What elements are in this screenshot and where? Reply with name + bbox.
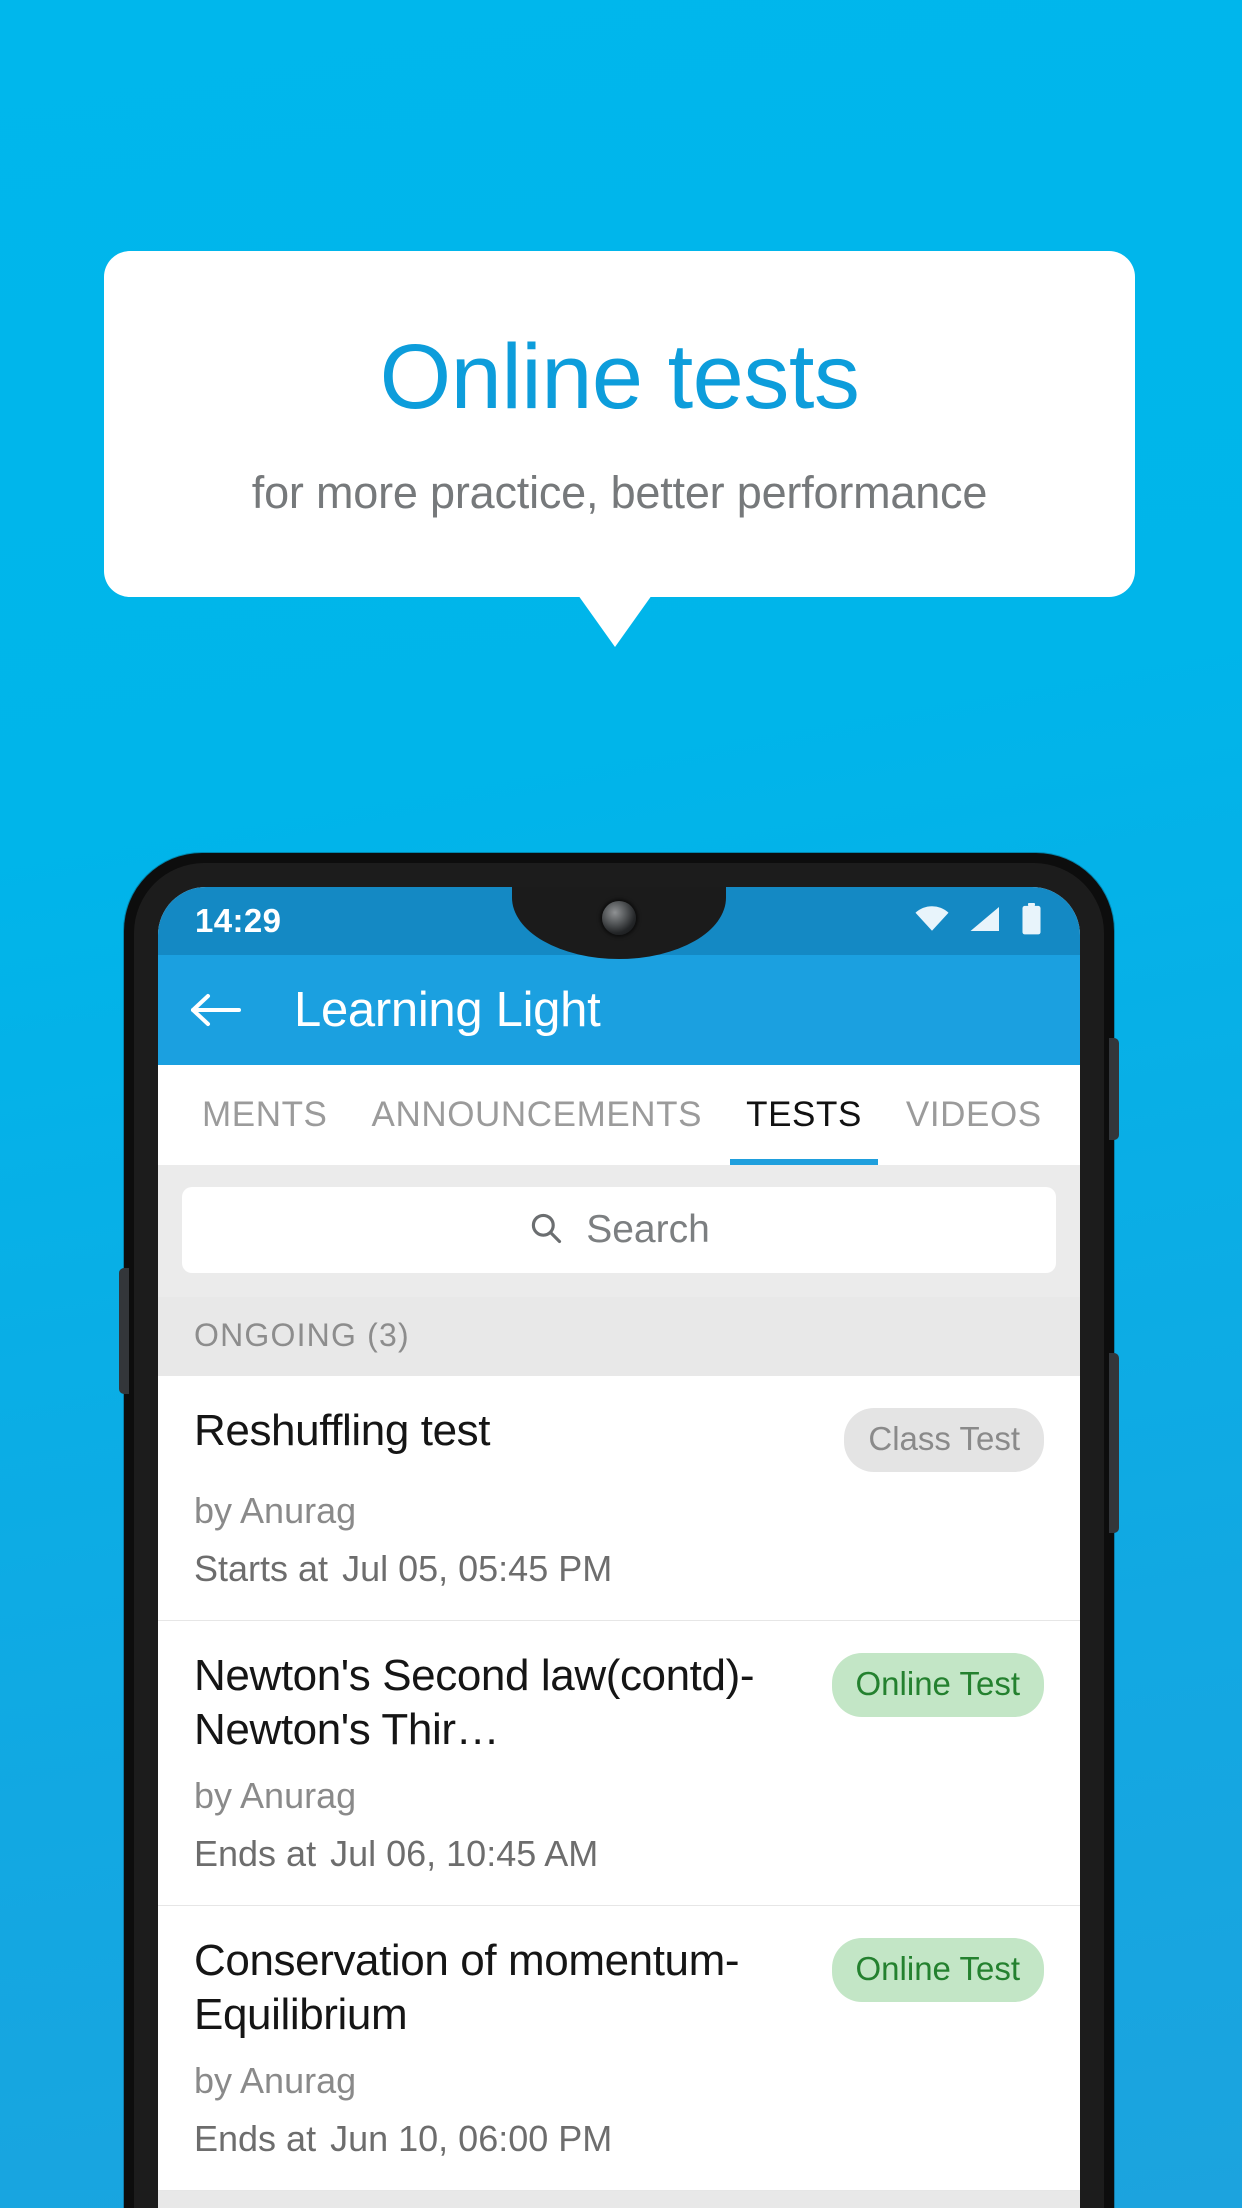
volume-button[interactable] bbox=[119, 1268, 129, 1394]
signal-icon bbox=[969, 905, 1002, 938]
search-icon bbox=[528, 1210, 564, 1251]
tab-videos[interactable]: VIDEOS bbox=[884, 1065, 1064, 1165]
wifi-icon bbox=[914, 905, 950, 937]
test-title: Newton's Second law(contd)-Newton's Thir… bbox=[194, 1651, 755, 1755]
back-arrow-icon[interactable] bbox=[190, 984, 242, 1036]
tab-tests[interactable]: TESTS bbox=[724, 1065, 884, 1165]
search-container: Search bbox=[158, 1165, 1080, 1297]
phone-screen: 14:29 Learning Light MENTS ANNOUNCEMENTS… bbox=[158, 887, 1080, 2208]
promo-title: Online tests bbox=[379, 325, 860, 428]
status-badge: Online Test bbox=[831, 1653, 1044, 1717]
search-input[interactable]: Search bbox=[182, 1187, 1056, 1273]
page-title: Learning Light bbox=[294, 983, 601, 1037]
search-placeholder: Search bbox=[586, 1208, 710, 1251]
section-header-completed: COMPLETED (1) bbox=[158, 2191, 1080, 2208]
tab-bar: MENTS ANNOUNCEMENTS TESTS VIDEOS bbox=[158, 1065, 1080, 1165]
promo-subtitle: for more practice, better performance bbox=[251, 467, 988, 519]
schedule-label: Ends at bbox=[194, 2118, 317, 2160]
front-camera-icon bbox=[602, 901, 636, 935]
test-author: by Anurag bbox=[194, 1490, 357, 1531]
promo-screenshot: Online tests for more practice, better p… bbox=[0, 0, 1242, 2208]
power-button[interactable] bbox=[1109, 1038, 1119, 1140]
promo-callout-bubble: Online tests for more practice, better p… bbox=[104, 251, 1135, 597]
schedule-label: Ends at bbox=[194, 1833, 317, 1875]
status-bar: 14:29 bbox=[158, 887, 1080, 959]
test-schedule: Ends at Jul 06, 10:45 AM bbox=[194, 1833, 1044, 1875]
app-bar: Learning Light bbox=[158, 955, 1080, 1065]
schedule-label: Starts at bbox=[194, 1548, 329, 1589]
tab-announcements[interactable]: ANNOUNCEMENTS bbox=[350, 1065, 725, 1165]
test-title: Reshuffling test bbox=[194, 1406, 491, 1455]
status-icon-group bbox=[914, 887, 1042, 955]
list-item[interactable]: Newton's Second law(contd)-Newton's Thir… bbox=[158, 1621, 1080, 1907]
test-schedule: Ends at Jun 10, 06:00 PM bbox=[194, 2118, 1044, 2160]
volume-rocker-button[interactable] bbox=[1109, 1353, 1119, 1533]
schedule-value: Jul 06, 10:45 AM bbox=[330, 1833, 599, 1875]
display-notch bbox=[512, 887, 726, 959]
status-badge: Class Test bbox=[844, 1408, 1044, 1472]
test-title: Conservation of momentum-Equilibrium bbox=[194, 1936, 740, 2040]
tab-ments[interactable]: MENTS bbox=[180, 1065, 350, 1165]
schedule-value: Jun 10, 06:00 PM bbox=[330, 2118, 613, 2160]
list-item[interactable]: Reshuffling test Class Test by Anurag St… bbox=[158, 1376, 1080, 1621]
status-badge: Online Test bbox=[831, 1938, 1044, 2003]
list-item[interactable]: Conservation of momentum-Equilibrium Onl… bbox=[158, 1906, 1080, 2192]
bubble-tail-triangle bbox=[578, 595, 652, 647]
status-time: 14:29 bbox=[195, 902, 282, 939]
test-author: by Anurag bbox=[194, 1775, 357, 1817]
section-header-ongoing: ONGOING (3) bbox=[158, 1297, 1080, 1376]
test-schedule: Starts at Jul 05, 05:45 PM bbox=[194, 1548, 1044, 1590]
phone-mockup: 14:29 Learning Light MENTS ANNOUNCEMENTS… bbox=[119, 853, 1119, 2208]
test-author: by Anurag bbox=[194, 2060, 357, 2102]
schedule-value: Jul 05, 05:45 PM bbox=[342, 1548, 613, 1589]
battery-icon bbox=[1021, 902, 1042, 940]
